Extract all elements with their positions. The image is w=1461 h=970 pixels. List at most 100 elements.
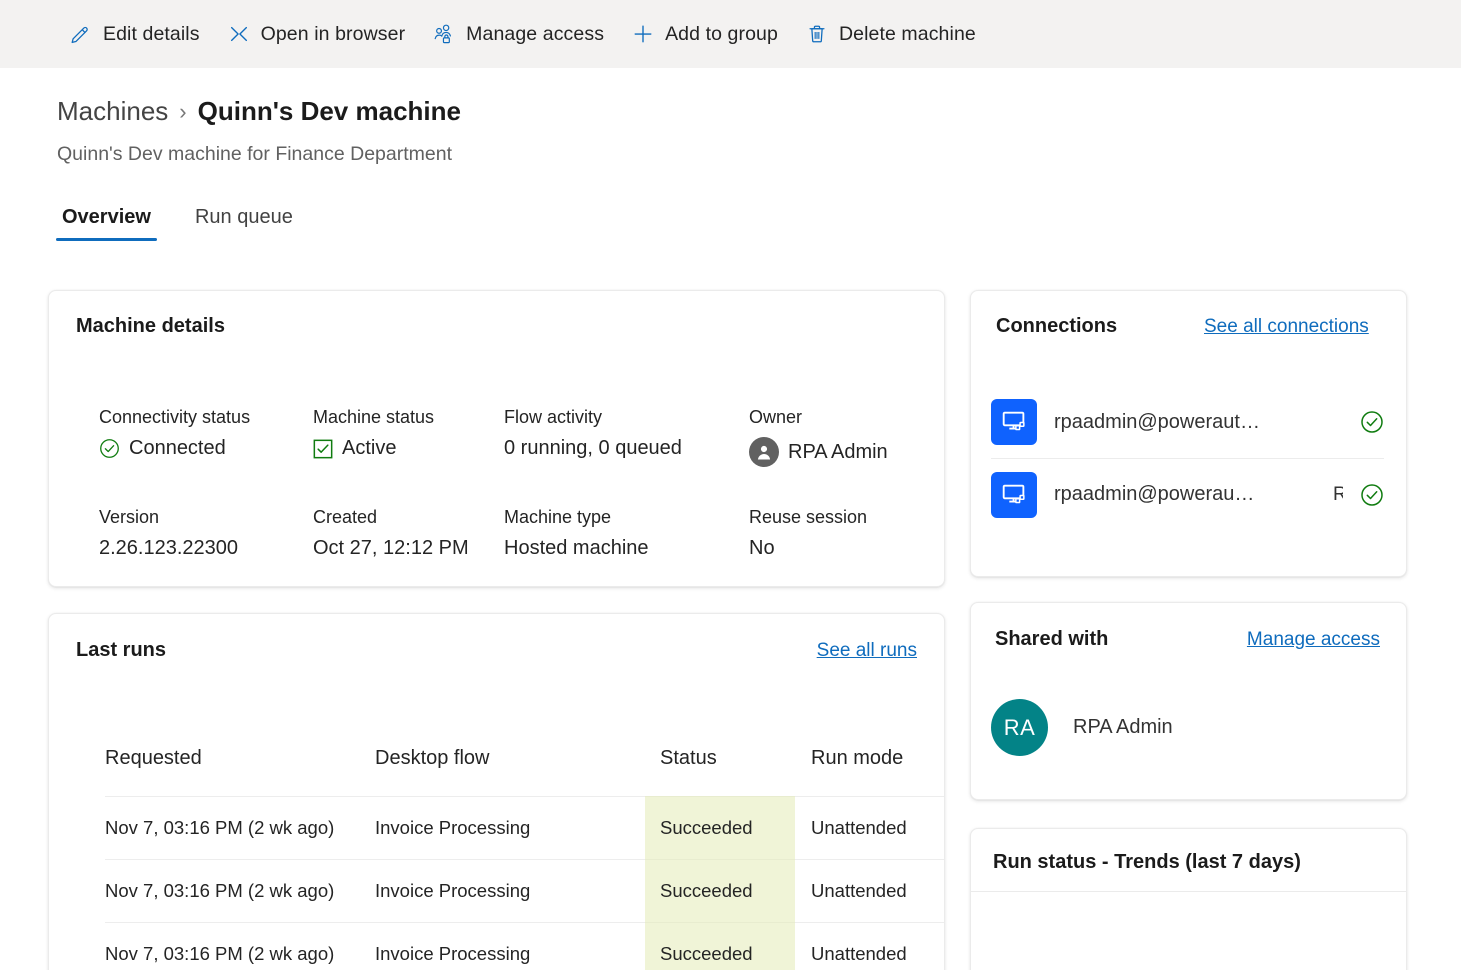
delete-machine-button[interactable]: Delete machine [792, 14, 990, 54]
cell-run-mode: Unattended [795, 859, 944, 923]
manage-access-label: Manage access [466, 22, 605, 45]
people-lock-icon [434, 24, 452, 44]
cell-requested: Nov 7, 03:16 PM (2 wk ago) [105, 859, 375, 923]
cell-run-mode: Unattended [795, 922, 944, 970]
add-to-group-button[interactable]: Add to group [618, 14, 792, 54]
cell-requested: Nov 7, 03:16 PM (2 wk ago) [105, 796, 375, 860]
field-value-row: RPA Admin [749, 437, 919, 467]
table-row[interactable]: Nov 7, 03:16 PM (2 wk ago) Invoice Proce… [105, 859, 944, 923]
open-in-browser-icon [230, 26, 247, 42]
field-value: 2.26.123.22300 [99, 537, 239, 559]
field-connectivity-status: Connectivity status Connected [99, 407, 313, 467]
field-label: Created [313, 507, 378, 527]
tab-list: Overview Run queue [56, 202, 299, 241]
field-flow-activity: Flow activity 0 running, 0 queued [504, 407, 749, 467]
open-in-browser-button[interactable]: Open in browser [214, 14, 420, 54]
field-value: 0 running, 0 queued [504, 437, 682, 459]
field-value-row: Connected [99, 437, 313, 460]
field-label: Flow activity [504, 407, 603, 427]
page-subtitle: Quinn's Dev machine for Finance Departme… [57, 143, 452, 165]
table-header-row: Requested Desktop flow Status Run mode [105, 747, 944, 797]
cell-desktop-flow: Invoice Processing [375, 922, 645, 970]
cell-status: Succeeded [645, 859, 795, 923]
field-value-row: 2.26.123.22300 [99, 537, 313, 560]
monitor-node-glyph-icon [1002, 484, 1025, 503]
shared-person-name: RPA Admin [1073, 716, 1173, 738]
field-value-row: Oct 27, 12:12 PM [313, 537, 504, 560]
avatar-initials: RA [1003, 714, 1036, 740]
connections-title: Connections [996, 315, 1118, 337]
delete-machine-label: Delete machine [838, 22, 976, 45]
check-circle-icon [1361, 483, 1383, 506]
field-version: Version 2.26.123.22300 [99, 507, 313, 560]
tab-run-queue[interactable]: Run queue [189, 202, 299, 241]
field-value-row: Hosted machine [504, 537, 749, 560]
chevron-right-icon: › [179, 98, 187, 124]
tab-overview-label: Overview [62, 206, 151, 228]
shared-with-title: Shared with [995, 628, 1109, 650]
plus-icon [634, 25, 652, 43]
table-row[interactable]: Nov 7, 03:16 PM (2 wk ago) Invoice Proce… [105, 922, 944, 970]
desktop-flow-connector-icon [991, 399, 1037, 445]
table-row[interactable]: Nov 7, 03:16 PM (2 wk ago) Invoice Proce… [105, 796, 944, 860]
column-header-desktop-flow[interactable]: Desktop flow [375, 747, 645, 797]
person-avatar-icon [749, 437, 779, 467]
connection-name: rpaadmin@poweraut… [1054, 410, 1260, 433]
tab-run-queue-label: Run queue [194, 206, 293, 228]
shared-person-row[interactable]: RA RPA Admin [991, 699, 1173, 756]
page-title: Quinn's Dev machine [197, 96, 461, 126]
cell-run-mode: Unattended [795, 796, 944, 860]
connection-extra: R [1333, 484, 1343, 506]
field-reuse-session: Reuse session No [749, 507, 919, 560]
field-value: RPA Admin [788, 440, 888, 463]
avatar: RA [991, 699, 1048, 756]
column-header-run-mode[interactable]: Run mode [795, 747, 944, 797]
manage-access-button[interactable]: Manage access [419, 14, 618, 54]
column-header-requested[interactable]: Requested [105, 747, 375, 797]
cell-desktop-flow: Invoice Processing [375, 859, 645, 923]
edit-details-label: Edit details [103, 22, 200, 45]
column-header-status[interactable]: Status [645, 747, 795, 797]
check-box-icon [313, 439, 333, 458]
field-value: Oct 27, 12:12 PM [313, 537, 469, 559]
field-value-row: Active [313, 437, 504, 460]
run-status-trends-card: Run status - Trends (last 7 days) [970, 828, 1407, 970]
breadcrumb: Machines › Quinn's Dev machine [57, 96, 461, 127]
shared-with-card: Shared with Manage access RA RPA Admin [970, 602, 1407, 800]
see-all-connections-link[interactable]: See all connections [1204, 316, 1369, 338]
command-bar: Edit details Open in browser Manage acce… [0, 0, 1461, 68]
connections-list: rpaadmin@poweraut… rpaadmin@powerau… R [991, 386, 1384, 530]
field-label: Connectivity status [99, 407, 251, 427]
field-label: Owner [749, 407, 803, 427]
connection-row[interactable]: rpaadmin@poweraut… [991, 386, 1384, 458]
field-value: Hosted machine [504, 537, 649, 559]
connection-row[interactable]: rpaadmin@powerau… R [991, 458, 1384, 530]
field-created: Created Oct 27, 12:12 PM [313, 507, 504, 560]
cell-status: Succeeded [645, 922, 795, 970]
last-runs-card: Last runs See all runs Requested Desktop… [48, 613, 945, 970]
tab-overview[interactable]: Overview [56, 202, 157, 241]
field-label: Version [99, 507, 160, 527]
monitor-node-glyph-icon [1002, 411, 1025, 431]
field-value: Active [342, 437, 397, 459]
field-label: Machine status [313, 407, 435, 427]
field-value-row: 0 running, 0 queued [504, 437, 749, 460]
machine-details-title: Machine details [76, 315, 225, 337]
cell-status: Succeeded [645, 796, 795, 860]
check-circle-icon [1361, 411, 1383, 433]
breadcrumb-machines-link[interactable]: Machines [57, 96, 168, 127]
manage-access-link[interactable]: Manage access [1247, 629, 1380, 651]
open-in-browser-label: Open in browser [260, 22, 406, 45]
see-all-runs-link[interactable]: See all runs [817, 640, 917, 662]
run-status-trends-title: Run status - Trends (last 7 days) [993, 851, 1301, 873]
edit-details-button[interactable]: Edit details [56, 14, 214, 54]
add-to-group-label: Add to group [665, 22, 778, 45]
field-value-row: No [749, 537, 919, 560]
check-circle-icon [100, 439, 119, 458]
last-runs-title: Last runs [76, 639, 167, 661]
connections-card: Connections See all connections rpaadmin… [970, 290, 1407, 577]
pencil-icon [71, 26, 88, 44]
machine-details-card: Machine details Connectivity status Conn… [48, 290, 945, 587]
field-label: Reuse session [749, 507, 868, 527]
field-machine-type: Machine type Hosted machine [504, 507, 749, 560]
